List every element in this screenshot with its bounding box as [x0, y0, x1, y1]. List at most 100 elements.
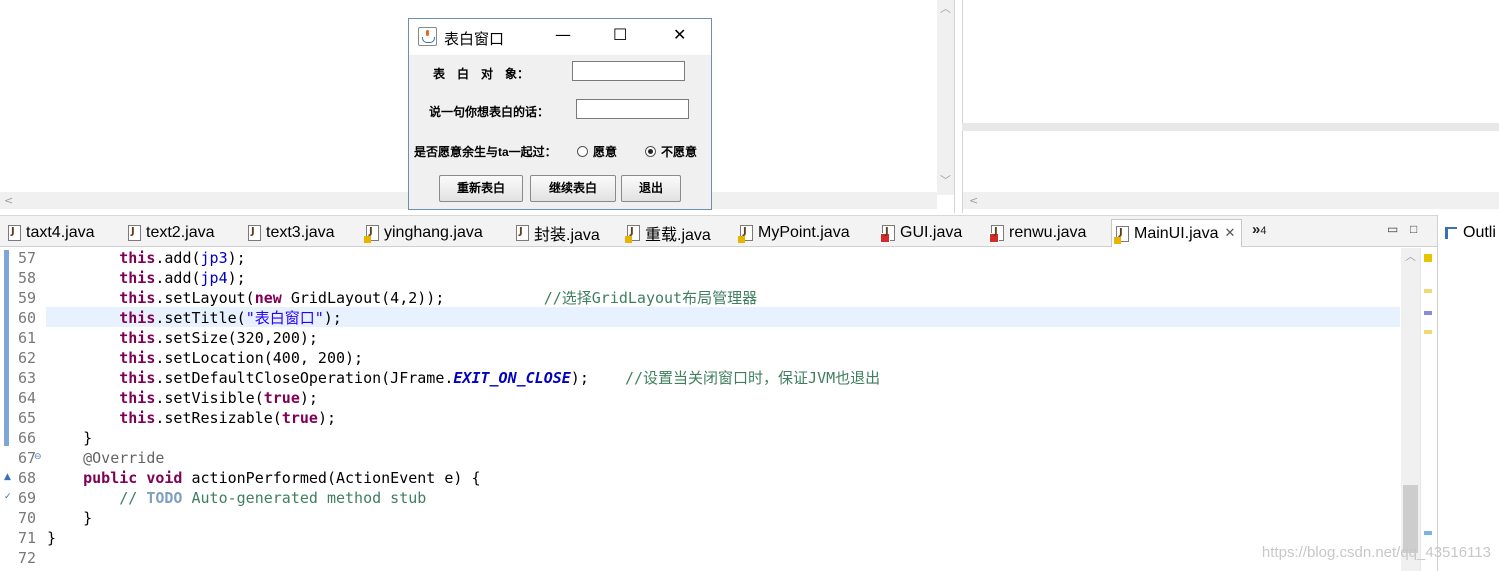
tab-outline[interactable]: Outli: [1445, 224, 1496, 242]
code-keyword: this: [119, 389, 156, 407]
code-comment: //设置当关闭窗口时，保证JVM也退出: [624, 369, 881, 387]
code-keyword: this: [119, 249, 156, 267]
line-number: 66: [17, 429, 36, 447]
tab-taxt4[interactable]: taxt4.java: [8, 222, 94, 244]
tab-renwu[interactable]: renwu.java: [989, 222, 1086, 244]
scroll-up-arrow-icon[interactable]: ︿: [937, 0, 954, 17]
code-annotation: @Override: [83, 449, 165, 467]
more-tabs-button[interactable]: »4: [1252, 221, 1266, 238]
top-right-horizontal-scrollbar[interactable]: <: [963, 192, 1499, 209]
fold-collapse-icon[interactable]: ⊖: [34, 452, 42, 462]
java-file-error-icon: [989, 225, 1004, 243]
tab-label: text2.java: [146, 224, 215, 241]
line-number: 65: [17, 409, 36, 427]
editor-scroll-thumb[interactable]: [1403, 485, 1418, 553]
line-number: 69: [17, 489, 36, 507]
radio-unchecked-icon: [577, 146, 588, 157]
code-text: );: [323, 309, 342, 327]
scroll-up-arrow-icon[interactable]: ︿: [1401, 248, 1420, 265]
radio-no-label: 不愿意: [661, 145, 698, 159]
window-close-icon[interactable]: ✕: [673, 25, 686, 44]
code-line: // TODO Auto-generated method stub: [47, 488, 426, 508]
java-file-error-icon: [880, 225, 895, 243]
overview-current-marker[interactable]: [1424, 311, 1432, 315]
maximize-editor-button[interactable]: □: [1410, 222, 1417, 236]
top-right-pane: <: [962, 0, 1499, 213]
editor-tab-bar: taxt4.java text2.java text3.java yinghan…: [0, 215, 1437, 247]
scroll-left-arrow-icon[interactable]: <: [969, 192, 978, 209]
code-text: GridLayout(4,2));: [281, 289, 544, 307]
outline-icon: [1445, 227, 1457, 239]
tab-text3[interactable]: text3.java: [248, 222, 334, 244]
code-line: }: [47, 528, 56, 548]
close-tab-icon[interactable]: ✕: [1224, 226, 1235, 241]
code-line: @Override: [47, 448, 164, 468]
code-todo-tag: TODO: [146, 489, 183, 507]
tab-text2[interactable]: text2.java: [128, 222, 214, 244]
tab-label: MyPoint.java: [758, 224, 850, 241]
overview-task-marker[interactable]: [1424, 531, 1432, 535]
code-line: this.setSize(320,200);: [47, 328, 318, 348]
code-line: }: [47, 508, 92, 528]
continue-confession-button[interactable]: 继续表白: [530, 175, 616, 202]
code-keyword: this: [119, 289, 156, 307]
line-number: 57: [17, 249, 36, 267]
tab-yinghang[interactable]: yinghang.java: [364, 222, 483, 244]
code-text: .setTitle(: [155, 309, 246, 327]
radio-yes-label: 愿意: [593, 145, 618, 159]
line-number: 70: [17, 509, 36, 527]
code-text: .setLocation(400, 200);: [155, 349, 364, 367]
tab-label: 重载.java: [645, 227, 711, 244]
code-line: public void actionPerformed(ActionEvent …: [47, 468, 480, 488]
words-input[interactable]: [576, 99, 689, 119]
java-cup-icon: [418, 27, 437, 46]
code-line: this.setVisible(true);: [47, 388, 318, 408]
code-text: actionPerformed(ActionEvent e) {: [182, 469, 481, 487]
watermark: https://blog.csdn.net/qq_43516113: [1261, 544, 1491, 561]
tab-gui[interactable]: GUI.java: [880, 222, 962, 244]
retry-confession-button[interactable]: 重新表白: [439, 175, 523, 202]
code-line: this.add(jp3);: [47, 248, 245, 268]
code-line: this.setDefaultCloseOperation(JFrame.EXI…: [47, 368, 880, 388]
code-keyword: this: [119, 309, 156, 327]
overview-warning-marker[interactable]: [1424, 254, 1432, 262]
java-file-warning-icon: [1114, 225, 1129, 244]
change-ruler-marker: [4, 250, 9, 446]
radio-yes[interactable]: 愿意: [577, 143, 617, 160]
code-text: .setSize(320,200);: [155, 329, 318, 347]
tab-label: 封装.java: [534, 227, 600, 244]
line-number: 68: [17, 469, 36, 487]
code-keyword: true: [281, 409, 318, 427]
code-text: );: [299, 389, 318, 407]
top-left-vertical-scrollbar[interactable]: ︿ ﹀: [937, 0, 954, 195]
override-marker-icon: ▲: [4, 472, 11, 482]
tab-label: MainUI.java: [1134, 224, 1219, 242]
java-file-warning-icon: [738, 225, 753, 243]
java-file-warning-icon: [625, 225, 640, 243]
window-maximize-icon[interactable]: ☐: [613, 25, 627, 44]
code-text: }: [47, 529, 57, 547]
label-question: 是否愿意余生与ta一起过：: [414, 145, 557, 159]
code-keyword: public: [83, 469, 138, 487]
exit-button[interactable]: 退出: [621, 175, 681, 202]
radio-no[interactable]: 不愿意: [645, 143, 697, 160]
code-text: .setDefaultCloseOperation(JFrame.: [155, 369, 454, 387]
overview-occurrence-marker[interactable]: [1424, 289, 1432, 293]
java-file-icon: [128, 225, 141, 241]
code-keyword: this: [119, 349, 156, 367]
target-input[interactable]: [572, 61, 685, 81]
java-file-warning-icon: [364, 225, 379, 243]
scroll-left-arrow-icon[interactable]: <: [4, 192, 13, 209]
overview-occurrence-marker[interactable]: [1424, 330, 1432, 334]
code-line: }: [47, 428, 92, 448]
tab-fengzhuang[interactable]: 封装.java: [516, 222, 600, 244]
tab-label: yinghang.java: [384, 224, 483, 241]
radio-checked-icon: [645, 146, 656, 157]
scroll-down-arrow-icon[interactable]: ﹀: [937, 172, 954, 189]
code-keyword: this: [119, 269, 156, 287]
minimize-editor-button[interactable]: ▭: [1387, 222, 1398, 236]
tab-mainui[interactable]: MainUI.java ✕: [1111, 219, 1243, 247]
tab-chongzai[interactable]: 重载.java: [625, 222, 711, 244]
tab-mypoint[interactable]: MyPoint.java: [738, 222, 850, 244]
window-minimize-icon[interactable]: —: [555, 25, 571, 44]
